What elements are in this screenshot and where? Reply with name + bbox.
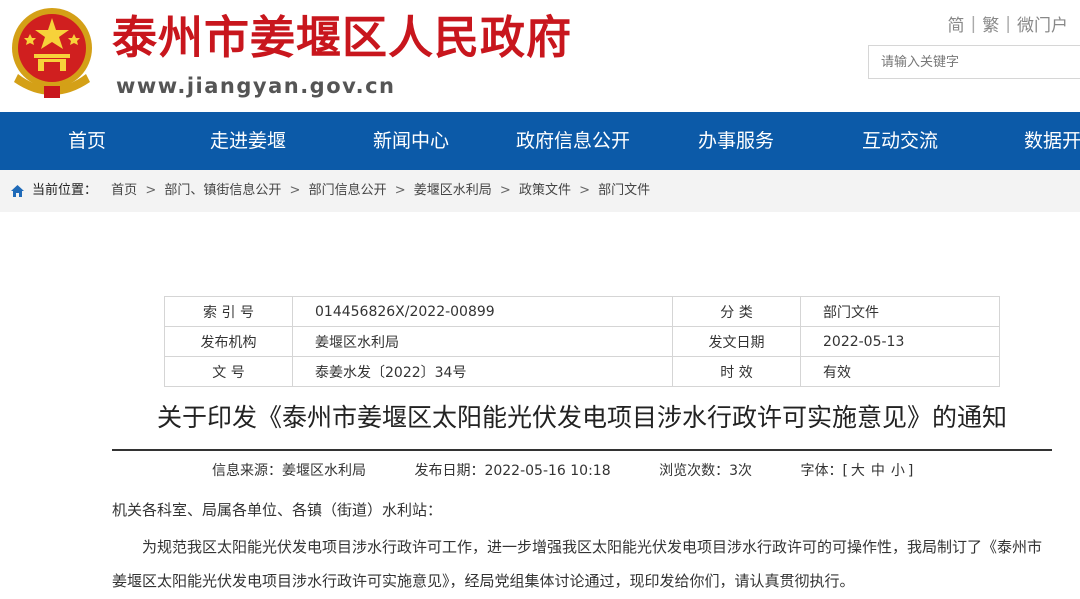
home-location-icon — [11, 185, 24, 197]
micro-portal-link[interactable]: 微门户 — [1011, 11, 1074, 36]
breadcrumb-dept-info[interactable]: 部门信息公开 — [309, 183, 387, 198]
nav-item-open-data[interactable]: 数据开放 — [1024, 112, 1080, 170]
category-value: 部门文件 — [800, 296, 1000, 327]
breadcrumb-dept-docs[interactable]: 部门文件 — [598, 183, 650, 198]
breadcrumb-separator: > — [394, 183, 406, 198]
breadcrumb-separator: > — [289, 183, 301, 198]
nav-item-about[interactable]: 走进姜堰 — [210, 112, 286, 170]
table-row: 发布机构 姜堰区水利局 发文日期 2022-05-13 — [164, 326, 1000, 357]
breadcrumb-separator: > — [499, 183, 511, 198]
index-label: 索 引 号 — [164, 296, 293, 327]
validity-value: 有效 — [800, 356, 1000, 387]
language-links: 简 | 繁 | 微门户 — [942, 11, 1074, 37]
font-size-bracket: ] — [907, 463, 914, 479]
breadcrumb: 当前位置： 首页 > 部门、镇街信息公开 > 部门信息公开 > 姜堰区水利局 >… — [32, 170, 650, 212]
national-emblem-icon — [12, 8, 92, 98]
font-size-label: 字体：[ — [800, 463, 848, 479]
publisher-value: 姜堰区水利局 — [292, 326, 673, 357]
font-size-large-button[interactable]: 大 — [851, 463, 865, 479]
document-info-table: 索 引 号 014456826X/2022-00899 分 类 部门文件 发布机… — [164, 296, 1000, 387]
breadcrumb-home[interactable]: 首页 — [111, 183, 137, 198]
issue-date-label: 发文日期 — [672, 326, 801, 357]
category-label: 分 类 — [672, 296, 801, 327]
title-divider — [112, 449, 1052, 451]
main-nav: 首页 走进姜堰 新闻中心 政府信息公开 办事服务 互动交流 数据开放 — [0, 112, 1080, 170]
breadcrumb-dept-town-info[interactable]: 部门、镇街信息公开 — [164, 183, 281, 198]
nav-item-interaction[interactable]: 互动交流 — [862, 112, 938, 170]
index-value: 014456826X/2022-00899 — [292, 296, 673, 327]
font-size-medium-button[interactable]: 中 — [871, 463, 885, 479]
table-row: 文 号 泰姜水发〔2022〕34号 时 效 有效 — [164, 356, 1000, 387]
table-row: 索 引 号 014456826X/2022-00899 分 类 部门文件 — [164, 296, 1000, 327]
search-input[interactable] — [869, 46, 1080, 78]
breadcrumb-separator: > — [145, 183, 157, 198]
breadcrumb-water-bureau[interactable]: 姜堰区水利局 — [414, 183, 492, 198]
info-source: 信息来源：姜堰区水利局 — [212, 463, 366, 479]
publisher-label: 发布机构 — [164, 326, 293, 357]
article-title: 关于印发《泰州市姜堰区太阳能光伏发电项目涉水行政许可实施意见》的通知 — [156, 403, 1007, 432]
article-salutation: 机关各科室、局属各单位、各镇（街道）水利站： — [112, 501, 443, 519]
site-url: www.jiangyan.gov.cn — [116, 74, 396, 98]
article-meta: 信息来源：姜堰区水利局 发布日期：2022-05-16 10:18 浏览次数：3… — [212, 459, 913, 483]
nav-item-home[interactable]: 首页 — [68, 112, 106, 170]
font-size-small-button[interactable]: 小 — [891, 463, 905, 479]
nav-item-services[interactable]: 办事服务 — [698, 112, 774, 170]
breadcrumb-bar: 当前位置： 首页 > 部门、镇街信息公开 > 部门信息公开 > 姜堰区水利局 >… — [0, 170, 1080, 212]
breadcrumb-label: 当前位置： — [32, 183, 98, 198]
nav-item-news[interactable]: 新闻中心 — [373, 112, 449, 170]
search-box — [868, 45, 1080, 79]
issue-date-value: 2022-05-13 — [800, 326, 1000, 357]
article-paragraph: 为规范我区太阳能光伏发电项目涉水行政许可工作，进一步增强我区太阳能光伏发电项目涉… — [112, 538, 1043, 590]
publish-time: 发布日期：2022-05-16 10:18 — [414, 463, 611, 479]
validity-label: 时 效 — [672, 356, 801, 387]
nav-item-gov-info[interactable]: 政府信息公开 — [516, 112, 630, 170]
site-title: 泰州市姜堰区人民政府 — [112, 11, 573, 64]
breadcrumb-policy-docs[interactable]: 政策文件 — [519, 183, 571, 198]
doc-number-label: 文 号 — [164, 356, 293, 387]
site-header: 泰州市姜堰区人民政府 www.jiangyan.gov.cn 简 | 繁 | 微… — [0, 0, 1080, 112]
breadcrumb-separator: > — [579, 183, 591, 198]
doc-number-value: 泰姜水发〔2022〕34号 — [292, 356, 673, 387]
traditional-chinese-link[interactable]: 繁 — [976, 11, 1005, 36]
simplified-chinese-link[interactable]: 简 — [942, 11, 971, 36]
view-count: 浏览次数：3次 — [659, 463, 752, 479]
